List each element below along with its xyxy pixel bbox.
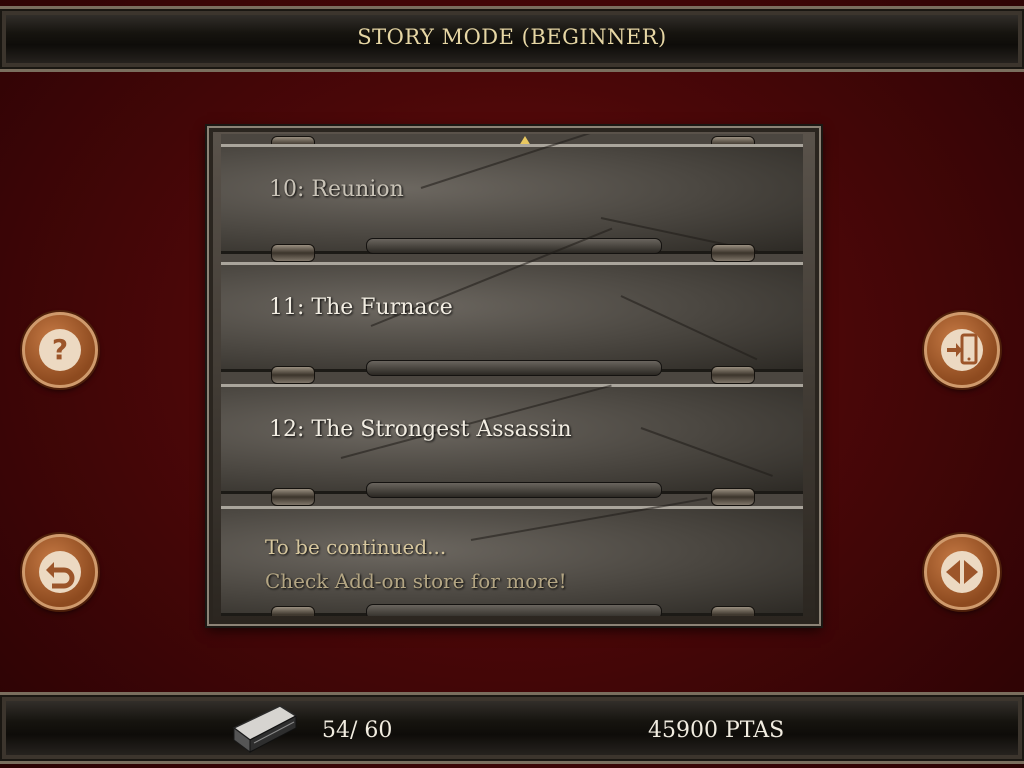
- chapter-label: 12: The Strongest Assassin: [269, 417, 572, 442]
- money-counter: 45900 PTAS: [648, 718, 785, 743]
- toggle-button[interactable]: [924, 534, 1000, 610]
- hinge-decoration: [711, 488, 755, 506]
- hinge-decoration: [271, 366, 315, 384]
- chapter-list-panel: 10: Reunion 11: The Furnace 12: The Stro…: [207, 126, 821, 626]
- rail-decoration: [366, 360, 662, 376]
- page-title: STORY MODE (BEGINNER): [357, 25, 667, 49]
- hinge-decoration: [711, 244, 755, 262]
- top-bar: STORY MODE (BEGINNER): [0, 6, 1024, 72]
- rail-decoration: [366, 238, 662, 254]
- chapter-label: 10: Reunion: [269, 177, 404, 202]
- help-button[interactable]: ?: [22, 312, 98, 388]
- svg-text:?: ?: [52, 333, 68, 366]
- device-transfer-icon: [941, 329, 983, 371]
- hinge-decoration: [271, 488, 315, 506]
- continued-row: To be continued... Check Add-on store fo…: [221, 497, 803, 616]
- back-arrow-icon: [39, 551, 81, 593]
- rail-decoration: [366, 482, 662, 498]
- chapter-list: 10: Reunion 11: The Furnace 12: The Stro…: [221, 134, 803, 616]
- back-button[interactable]: [22, 534, 98, 610]
- hinge-decoration: [271, 606, 315, 616]
- toggle-arrows-icon: [941, 551, 983, 593]
- progress-count: 54/ 60: [322, 718, 393, 743]
- file-book-icon: [232, 705, 298, 753]
- hinge-decoration: [271, 244, 315, 262]
- rail-decoration: [366, 604, 662, 616]
- chapter-row-11[interactable]: 11: The Furnace: [221, 227, 803, 372]
- device-transfer-button[interactable]: [924, 312, 1000, 388]
- continued-text: To be continued...: [265, 535, 447, 559]
- chapter-row-12[interactable]: 12: The Strongest Assassin: [221, 384, 803, 494]
- question-icon: ?: [39, 329, 81, 371]
- bottom-bar: [0, 692, 1024, 764]
- hinge-decoration: [711, 606, 755, 616]
- chapter-label: 11: The Furnace: [269, 295, 453, 320]
- addon-store-hint: Check Add-on store for more!: [265, 569, 567, 593]
- hinge-decoration: [711, 366, 755, 384]
